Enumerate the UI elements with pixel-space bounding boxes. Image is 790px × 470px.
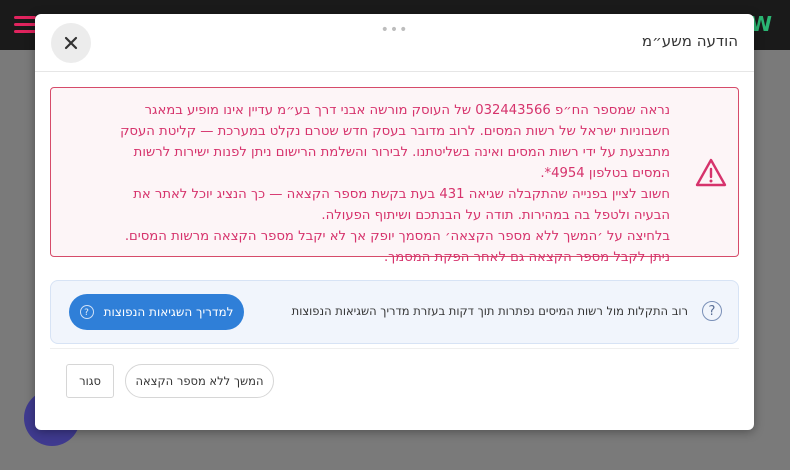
close-modal-button[interactable]: סגור: [66, 364, 114, 398]
drag-handle-icon[interactable]: •••: [381, 22, 409, 38]
alert-message: נראה שמספר הח״פ 032443566 של העוסק מורשה…: [119, 100, 670, 268]
continue-without-allocation-button[interactable]: המשך ללא מספר הקצאה: [125, 364, 274, 398]
help-box: ? רוב התקלות מול רשות המיסים נפתרות תוך …: [50, 280, 739, 344]
close-icon: [64, 36, 78, 50]
warning-triangle-icon: [695, 158, 727, 187]
alert-paragraph: בלחיצה על ׳המשך ללא מספר הקצאה׳ המסמך יו…: [124, 229, 670, 265]
modal-header: ••• הודעה משע״מ: [35, 14, 754, 72]
help-text: רוב התקלות מול רשות המיסים נפתרות תוך דק…: [291, 304, 688, 318]
close-button[interactable]: [51, 23, 91, 63]
alert-paragraph: נראה שמספר הח״פ 032443566 של העוסק מורשה…: [120, 103, 670, 181]
error-alert: נראה שמספר הח״פ 032443566 של העוסק מורשה…: [50, 87, 739, 265]
modal-title: הודעה משע״מ: [641, 32, 738, 50]
guide-button-label: למדריך השגיאות הנפוצות: [103, 305, 234, 319]
question-circle-icon: ?: [702, 301, 722, 321]
common-errors-guide-button[interactable]: למדריך השגיאות הנפוצות ?: [69, 294, 244, 330]
message-modal: ••• הודעה משע״מ נראה שמספר הח״פ 03244356…: [35, 14, 754, 430]
hamburger-menu-icon[interactable]: [14, 16, 36, 34]
question-circle-icon: ?: [79, 305, 94, 319]
alert-paragraph: חשוב לציין בפנייה שהתקבלה שגיאה 431 בעת …: [133, 187, 670, 223]
footer-divider: [50, 348, 739, 349]
